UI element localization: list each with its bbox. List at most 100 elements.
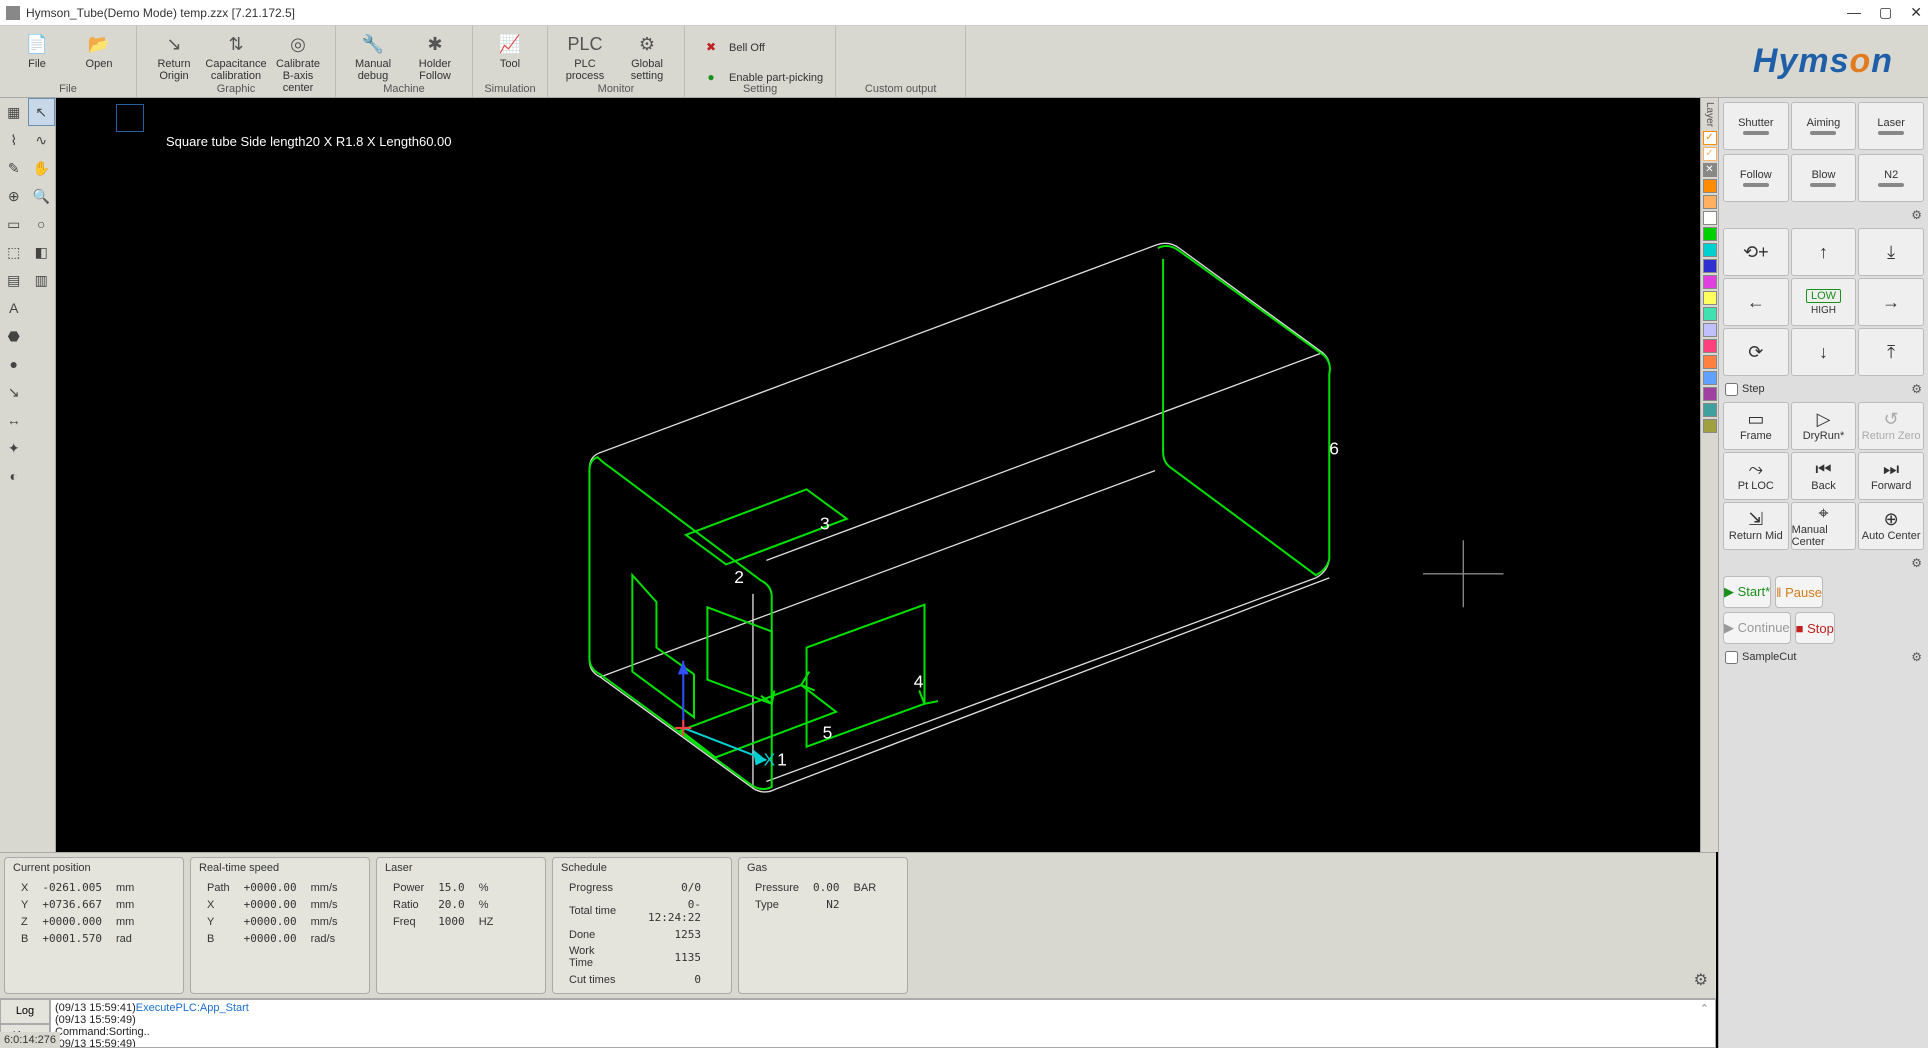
tool-4-1[interactable]: ○ bbox=[28, 210, 56, 238]
return-mid-button[interactable]: ⇲Return Mid bbox=[1723, 502, 1789, 550]
layer-color[interactable] bbox=[1703, 243, 1717, 257]
stop-button[interactable]: ■ Stop bbox=[1795, 612, 1835, 644]
pt-loc-button[interactable]: ⤳Pt LOC bbox=[1723, 452, 1789, 500]
forward-button[interactable]: ⏭Forward bbox=[1858, 452, 1924, 500]
log-scroll-up-icon[interactable]: ⌃ bbox=[1700, 1002, 1709, 1015]
tool-4-0[interactable]: ▭ bbox=[0, 210, 28, 238]
layer-color[interactable] bbox=[1703, 355, 1717, 369]
n2-button[interactable]: N2 bbox=[1858, 154, 1924, 202]
return-origin-button[interactable]: ↘ReturnOrigin bbox=[143, 30, 205, 82]
layer-color[interactable] bbox=[1703, 371, 1717, 385]
laser-button[interactable]: Laser bbox=[1858, 102, 1924, 150]
capacitance-calibration-button[interactable]: ⇅Capacitancecalibration bbox=[205, 30, 267, 82]
tool-5-1[interactable]: ◧ bbox=[28, 238, 56, 266]
tool-2-1[interactable]: ✋ bbox=[28, 154, 56, 182]
tool-2-0[interactable]: ✎ bbox=[0, 154, 28, 182]
close-button[interactable]: ✕ bbox=[1910, 4, 1922, 21]
jog-2[interactable]: ⤓ bbox=[1858, 228, 1924, 276]
step-checkbox[interactable] bbox=[1725, 383, 1738, 396]
tool-button[interactable]: 📈Tool bbox=[479, 30, 541, 70]
samplecut-checkbox[interactable] bbox=[1725, 651, 1738, 664]
layer-color[interactable] bbox=[1703, 179, 1717, 193]
tool-12-1[interactable] bbox=[28, 434, 56, 462]
back-button[interactable]: ⏮Back bbox=[1791, 452, 1857, 500]
tool-10-0[interactable]: ↘ bbox=[0, 378, 28, 406]
tool-13-0[interactable]: ◐ bbox=[0, 462, 28, 490]
jog-3[interactable]: ← bbox=[1723, 278, 1789, 326]
tool-10-1[interactable] bbox=[28, 378, 56, 406]
status-row: Current positionX-0261.005mmY+0736.667mm… bbox=[0, 853, 1716, 998]
log-tab[interactable]: Log bbox=[0, 999, 50, 1024]
manual-center-button[interactable]: ⌖Manual Center bbox=[1791, 502, 1857, 550]
tool-3-1[interactable]: 🔍 bbox=[28, 182, 56, 210]
tool-8-0[interactable]: ⬣ bbox=[0, 322, 28, 350]
layer-color[interactable] bbox=[1703, 275, 1717, 289]
tool-12-0[interactable]: ✦ bbox=[0, 434, 28, 462]
auto-center-button[interactable]: ⊕Auto Center bbox=[1858, 502, 1924, 550]
tool-8-1[interactable] bbox=[28, 322, 56, 350]
jog-0[interactable]: ⟲+ bbox=[1723, 228, 1789, 276]
blow-button[interactable]: Blow bbox=[1791, 154, 1857, 202]
tool-6-0[interactable]: ▤ bbox=[0, 266, 28, 294]
return-zero-button: ↺Return Zero bbox=[1858, 402, 1924, 450]
bell-off-button[interactable]: ✖Bell Off bbox=[691, 33, 771, 63]
manual-debug-button[interactable]: 🔧Manualdebug bbox=[342, 30, 404, 82]
gear-icon[interactable]: ⚙ bbox=[1694, 972, 1708, 989]
layer-color[interactable] bbox=[1703, 419, 1717, 433]
jog-7[interactable]: ↓ bbox=[1791, 328, 1857, 376]
tool-5-0[interactable]: ⬚ bbox=[0, 238, 28, 266]
layer-color[interactable] bbox=[1703, 339, 1717, 353]
layer-off[interactable]: ✕ bbox=[1703, 163, 1717, 177]
file-button[interactable]: 📄File bbox=[6, 30, 68, 70]
layer-color[interactable] bbox=[1703, 291, 1717, 305]
layer-color[interactable] bbox=[1703, 259, 1717, 273]
jog-speed-toggle[interactable]: LOWHIGH bbox=[1791, 278, 1857, 326]
ribbon-group-custom-output: Custom output bbox=[836, 26, 966, 97]
holder-follow-button[interactable]: ✱HolderFollow bbox=[404, 30, 466, 82]
tool-1-0[interactable]: ⌇ bbox=[0, 126, 28, 154]
svg-text:4: 4 bbox=[914, 672, 924, 692]
layer-color[interactable] bbox=[1703, 323, 1717, 337]
aiming-button[interactable]: Aiming bbox=[1791, 102, 1857, 150]
tool-1-1[interactable]: ∿ bbox=[28, 126, 56, 154]
shutter-button[interactable]: Shutter bbox=[1723, 102, 1789, 150]
tool-0-0[interactable]: ▦ bbox=[0, 98, 28, 126]
start-button[interactable]: ▶ Start* bbox=[1723, 576, 1771, 608]
layer-color[interactable] bbox=[1703, 307, 1717, 321]
minimize-button[interactable]: — bbox=[1847, 4, 1861, 21]
gear-icon[interactable]: ⚙ bbox=[1911, 208, 1922, 222]
maximize-button[interactable]: ▢ bbox=[1879, 4, 1892, 21]
gear-icon[interactable]: ⚙ bbox=[1911, 382, 1922, 396]
jog-8[interactable]: ⤒ bbox=[1858, 328, 1924, 376]
tool-9-0[interactable]: ● bbox=[0, 350, 28, 378]
jog-1[interactable]: ↑ bbox=[1791, 228, 1857, 276]
tool-11-1[interactable] bbox=[28, 406, 56, 434]
layer-color[interactable] bbox=[1703, 387, 1717, 401]
tool-9-1[interactable] bbox=[28, 350, 56, 378]
tool-7-1[interactable] bbox=[28, 294, 56, 322]
layer-color[interactable] bbox=[1703, 227, 1717, 241]
open-button[interactable]: 📂Open bbox=[68, 30, 130, 70]
dryrun--button[interactable]: ▷DryRun* bbox=[1791, 402, 1857, 450]
jog-5[interactable]: → bbox=[1858, 278, 1924, 326]
gear-icon[interactable]: ⚙ bbox=[1911, 650, 1922, 664]
frame-button[interactable]: ▭Frame bbox=[1723, 402, 1789, 450]
ribbon-group-monitor: PLCPLCprocess⚙GlobalsettingMonitor bbox=[548, 26, 685, 97]
follow-button[interactable]: Follow bbox=[1723, 154, 1789, 202]
pause-button[interactable]: ‖ Pause bbox=[1775, 576, 1823, 608]
layer-color[interactable] bbox=[1703, 195, 1717, 209]
global-setting-button[interactable]: ⚙Globalsetting bbox=[616, 30, 678, 82]
tool-3-0[interactable]: ⊕ bbox=[0, 182, 28, 210]
layer-color[interactable] bbox=[1703, 403, 1717, 417]
tool-6-1[interactable]: ▥ bbox=[28, 266, 56, 294]
jog-6[interactable]: ⟳ bbox=[1723, 328, 1789, 376]
gear-icon[interactable]: ⚙ bbox=[1911, 556, 1922, 570]
layer-color[interactable] bbox=[1703, 211, 1717, 225]
plc-process-button[interactable]: PLCPLCprocess bbox=[554, 30, 616, 82]
tool-7-0[interactable]: A bbox=[0, 294, 28, 322]
layer-state[interactable]: ✓ bbox=[1703, 147, 1717, 161]
tool-13-1[interactable] bbox=[28, 462, 56, 490]
tool-0-1[interactable]: ↖ bbox=[28, 98, 56, 126]
layer-state[interactable]: ✓ bbox=[1703, 131, 1717, 145]
tool-11-0[interactable]: ↔ bbox=[0, 406, 28, 434]
